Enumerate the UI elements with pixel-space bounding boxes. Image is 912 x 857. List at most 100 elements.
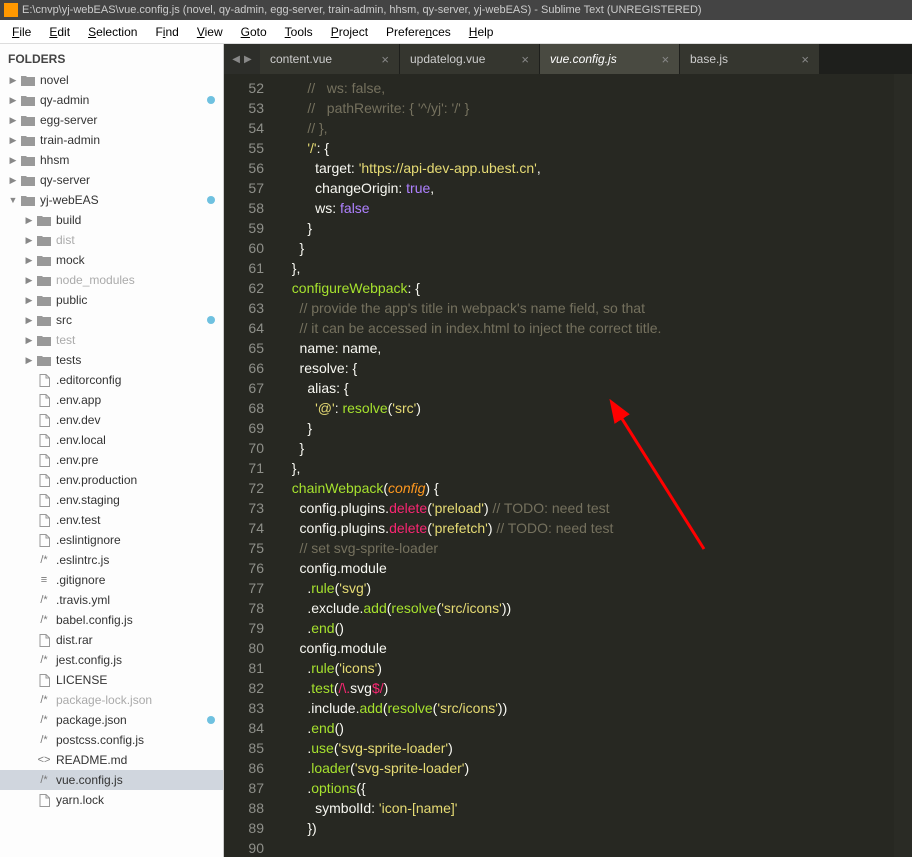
tree-label: node_modules bbox=[56, 273, 215, 287]
file--env-production[interactable]: .env.production bbox=[0, 470, 223, 490]
code-content[interactable]: // ws: false, // pathRewrite: { '^/yj': … bbox=[272, 74, 894, 857]
line-gutter: 5253545556575859606162636465666768697071… bbox=[224, 74, 272, 857]
minimap[interactable] bbox=[894, 74, 912, 857]
tab-updatelog-vue[interactable]: updatelog.vue × bbox=[400, 44, 540, 74]
folder-icon bbox=[36, 273, 52, 287]
file-postcss-config-js[interactable]: /*postcss.config.js bbox=[0, 730, 223, 750]
folder-icon bbox=[36, 253, 52, 267]
tree-label: novel bbox=[40, 73, 215, 87]
menu-tools[interactable]: Tools bbox=[277, 23, 321, 41]
file--eslintrc-js[interactable]: /*.eslintrc.js bbox=[0, 550, 223, 570]
folder-dist[interactable]: ▶dist bbox=[0, 230, 223, 250]
close-icon[interactable]: × bbox=[661, 52, 669, 67]
file-yarn-lock[interactable]: yarn.lock bbox=[0, 790, 223, 810]
folders-header: FOLDERS bbox=[0, 48, 223, 70]
folder-hhsm[interactable]: ▶hhsm bbox=[0, 150, 223, 170]
folder-qy-server[interactable]: ▶qy-server bbox=[0, 170, 223, 190]
menu-find[interactable]: Find bbox=[147, 23, 186, 41]
tree-label: dist.rar bbox=[56, 633, 215, 647]
folder-mock[interactable]: ▶ mock bbox=[0, 250, 223, 270]
close-icon[interactable]: × bbox=[521, 52, 529, 67]
file--env-staging[interactable]: .env.staging bbox=[0, 490, 223, 510]
file-package-json[interactable]: /*package.json bbox=[0, 710, 223, 730]
folder-novel[interactable]: ▶novel bbox=[0, 70, 223, 90]
menu-selection[interactable]: Selection bbox=[80, 23, 145, 41]
tabbar: ◀ ▶ content.vue×updatelog.vue×vue.config… bbox=[224, 44, 912, 74]
file-type-icon: /* bbox=[36, 653, 52, 667]
file-dist-rar[interactable]: dist.rar bbox=[0, 630, 223, 650]
menu-preferences[interactable]: Preferences bbox=[378, 23, 459, 41]
folder-icon bbox=[36, 333, 52, 347]
file-icon bbox=[36, 533, 52, 547]
file-license[interactable]: LICENSE bbox=[0, 670, 223, 690]
file-icon bbox=[36, 673, 52, 687]
folder-yj-webeas[interactable]: ▼yj-webEAS bbox=[0, 190, 223, 210]
tree-label: public bbox=[56, 293, 215, 307]
chevron-icon: ▶ bbox=[24, 255, 34, 266]
folder-src[interactable]: ▶src bbox=[0, 310, 223, 330]
folder-public[interactable]: ▶public bbox=[0, 290, 223, 310]
folder-build[interactable]: ▶build bbox=[0, 210, 223, 230]
tab-base-js[interactable]: base.js × bbox=[680, 44, 820, 74]
file--gitignore[interactable]: ≡.gitignore bbox=[0, 570, 223, 590]
file-type-icon: /* bbox=[36, 613, 52, 627]
tree-label: .env.pre bbox=[56, 453, 215, 467]
tree-label: .env.app bbox=[56, 393, 215, 407]
tab-vue-config-js[interactable]: vue.config.js × bbox=[540, 44, 680, 74]
file--env-app[interactable]: .env.app bbox=[0, 390, 223, 410]
file-icon bbox=[36, 793, 52, 807]
tree-label: .travis.yml bbox=[56, 593, 215, 607]
code-area[interactable]: 5253545556575859606162636465666768697071… bbox=[224, 74, 912, 857]
menu-edit[interactable]: Edit bbox=[41, 23, 78, 41]
menu-file[interactable]: File bbox=[4, 23, 39, 41]
tree-label: mock bbox=[56, 253, 215, 267]
file-icon bbox=[36, 453, 52, 467]
file--eslintignore[interactable]: .eslintignore bbox=[0, 530, 223, 550]
menu-goto[interactable]: Goto bbox=[233, 23, 275, 41]
menu-project[interactable]: Project bbox=[323, 23, 376, 41]
file-babel-config-js[interactable]: /*babel.config.js bbox=[0, 610, 223, 630]
file-type-icon: /* bbox=[36, 713, 52, 727]
tab-label: base.js bbox=[690, 52, 728, 66]
file-readme-md[interactable]: <>README.md bbox=[0, 750, 223, 770]
folder-train-admin[interactable]: ▶train-admin bbox=[0, 130, 223, 150]
close-icon[interactable]: × bbox=[801, 52, 809, 67]
folder-icon bbox=[20, 153, 36, 167]
tab-content-vue[interactable]: content.vue× bbox=[260, 44, 400, 74]
folder-qy-admin[interactable]: ▶qy-admin bbox=[0, 90, 223, 110]
tree-label: postcss.config.js bbox=[56, 733, 215, 747]
file--editorconfig[interactable]: .editorconfig bbox=[0, 370, 223, 390]
tab-next-icon[interactable]: ▶ bbox=[242, 54, 254, 65]
tab-label: updatelog.vue bbox=[410, 52, 485, 66]
sidebar[interactable]: FOLDERS ▶novel▶qy-admin▶egg-server▶train… bbox=[0, 44, 224, 857]
file--env-local[interactable]: .env.local bbox=[0, 430, 223, 450]
file-vue-config-js[interactable]: /*vue.config.js bbox=[0, 770, 223, 790]
folder-node-modules[interactable]: ▶node_modules bbox=[0, 270, 223, 290]
file--travis-yml[interactable]: /*.travis.yml bbox=[0, 590, 223, 610]
file--env-dev[interactable]: .env.dev bbox=[0, 410, 223, 430]
tree-label: .editorconfig bbox=[56, 373, 215, 387]
file--env-pre[interactable]: .env.pre bbox=[0, 450, 223, 470]
file--env-test[interactable]: .env.test bbox=[0, 510, 223, 530]
menu-help[interactable]: Help bbox=[461, 23, 502, 41]
tree-label: hhsm bbox=[40, 153, 215, 167]
tree-label: jest.config.js bbox=[56, 653, 215, 667]
tree-label: test bbox=[56, 333, 215, 347]
close-icon[interactable]: × bbox=[381, 52, 389, 67]
tab-label: vue.config.js bbox=[550, 52, 617, 66]
menu-view[interactable]: View bbox=[189, 23, 231, 41]
tree-label: .env.local bbox=[56, 433, 215, 447]
file-icon bbox=[36, 373, 52, 387]
tree-label: yarn.lock bbox=[56, 793, 215, 807]
file-package-lock-json[interactable]: /*package-lock.json bbox=[0, 690, 223, 710]
tree-label: package-lock.json bbox=[56, 693, 215, 707]
file-jest-config-js[interactable]: /* jest.config.js bbox=[0, 650, 223, 670]
tab-prev-icon[interactable]: ◀ bbox=[230, 54, 242, 65]
tree-label: README.md bbox=[56, 753, 215, 767]
window-title: E:\cnvp\yj-webEAS\vue.config.js (novel, … bbox=[22, 4, 702, 16]
titlebar: E:\cnvp\yj-webEAS\vue.config.js (novel, … bbox=[0, 0, 912, 20]
folder-test[interactable]: ▶test bbox=[0, 330, 223, 350]
folder-egg-server[interactable]: ▶egg-server bbox=[0, 110, 223, 130]
folder-icon bbox=[36, 233, 52, 247]
folder-tests[interactable]: ▶tests bbox=[0, 350, 223, 370]
